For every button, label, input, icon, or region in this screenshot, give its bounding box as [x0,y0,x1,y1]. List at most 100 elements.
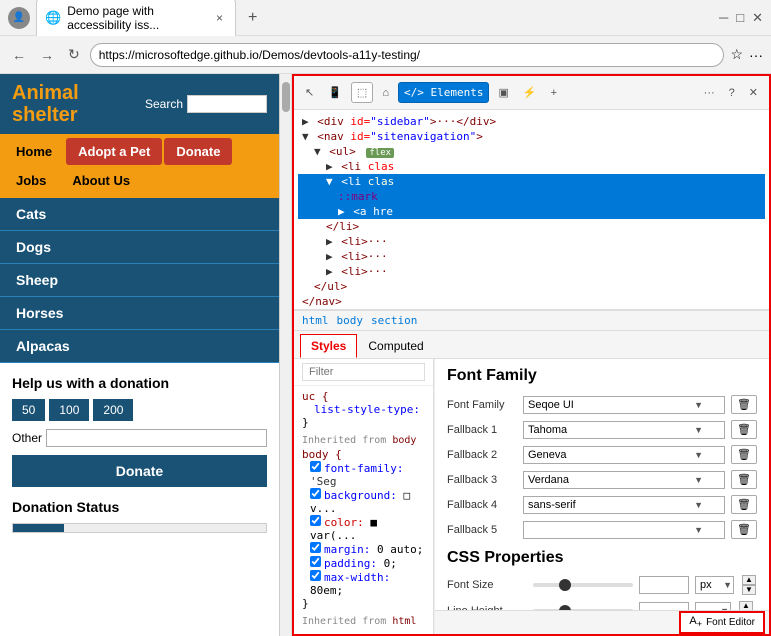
font-family-delete-btn[interactable]: 🗑 [731,395,757,414]
fallback4-select[interactable]: sans-serif [523,496,725,514]
fallback3-delete-btn[interactable]: 🗑 [731,470,757,489]
close-btn[interactable]: ✕ [752,10,763,26]
search-input[interactable] [187,95,267,113]
device-toolbar-btn[interactable]: 📱 [323,83,347,102]
other-amount-input[interactable] [46,429,267,447]
close-devtools-btn[interactable]: ✕ [744,83,763,102]
breadcrumb-html[interactable]: html [302,314,329,327]
prop-checkbox[interactable] [310,570,321,581]
dom-line-selected[interactable]: ▼ <li clas [298,174,765,189]
amount-50[interactable]: 50 [12,399,45,421]
tab-styles[interactable]: Styles [300,334,357,358]
forward-button[interactable]: → [36,45,58,65]
font-size-down[interactable]: ▼ [742,585,756,595]
add-tab-btn[interactable]: + [546,84,562,102]
inspect-element-btn[interactable]: ↖ [300,83,319,102]
browser-tab[interactable]: 🌐 Demo page with accessibility iss... × [36,0,236,38]
line-height-up[interactable]: ▲ [739,601,753,610]
fallback4-label: Fallback 4 [447,499,517,511]
nav-home[interactable]: Home [4,138,64,165]
sidebar-item-dogs[interactable]: Dogs [0,231,279,264]
maximize-btn[interactable]: □ [736,10,744,26]
fallback1-row: Fallback 1 Tahoma 🗑 [447,420,757,439]
line-height-unit[interactable]: px em [695,602,731,610]
font-editor-button[interactable]: A+ Font Editor [679,611,765,633]
site-search: Search [145,95,267,113]
nav-jobs[interactable]: Jobs [4,167,58,194]
donate-button[interactable]: Donate [12,455,267,487]
tab-computed[interactable]: Computed [357,334,434,358]
refresh-button[interactable]: ↻ [64,44,84,65]
nav-donate[interactable]: Donate [164,138,232,165]
fallback3-select[interactable]: Verdana [523,471,725,489]
line-height-value[interactable] [639,602,689,610]
fallback4-select-wrapper: sans-serif [523,496,725,514]
network-btn[interactable]: ▣ [493,83,513,102]
dom-nav-close[interactable]: </nav> [298,294,765,309]
font-size-slider[interactable] [533,583,633,587]
dom-line[interactable]: ▶ <li>··· [298,264,765,279]
font-family-select-wrapper: Seqoe UI [523,396,725,414]
font-size-unit[interactable]: px em rem [695,576,734,594]
font-family-select[interactable]: Seqoe UI [523,396,725,414]
prop-checkbox[interactable] [310,542,321,553]
fallback2-delete-btn[interactable]: 🗑 [731,445,757,464]
back-button[interactable]: ← [8,45,30,65]
font-size-up[interactable]: ▲ [742,575,756,585]
help-btn[interactable]: ? [724,84,740,102]
prop-checkbox[interactable] [310,461,321,472]
dom-line[interactable]: ▶ <li clas [298,159,765,174]
dom-a-line[interactable]: ▶ <a hre [298,204,765,219]
font-size-row: Font Size px em rem ▲ [447,575,757,595]
dom-line[interactable]: ▶ <li>··· [298,249,765,264]
fallback1-select-wrapper: Tahoma [523,421,725,439]
breadcrumb-section[interactable]: section [371,314,417,327]
minimize-btn[interactable]: ─ [719,10,728,26]
fallback4-delete-btn[interactable]: 🗑 [731,495,757,514]
address-input[interactable] [90,43,725,67]
dom-pseudo-line[interactable]: ::mark [298,189,765,204]
sidebar-item-cats[interactable]: Cats [0,198,279,231]
font-editor-right: Font Family Font Family Seqoe UI 🗑 [434,359,769,634]
scrollbar-thumb[interactable] [282,82,290,112]
fallback5-select[interactable] [523,521,725,539]
fallback5-delete-btn[interactable]: 🗑 [731,520,757,539]
devtools-tabs: Styles Computed [294,331,769,359]
sidebar-item-sheep[interactable]: Sheep [0,264,279,297]
filter-input[interactable] [302,363,425,381]
nav-adopt[interactable]: Adopt a Pet [66,138,162,165]
prop-checkbox[interactable] [310,515,321,526]
tab-close-btn[interactable]: × [216,11,223,25]
more-tools-btn[interactable]: ··· [699,84,720,102]
dom-li-close[interactable]: </li> [298,219,765,234]
styles-rule-uc: uc { list-style-type: } [302,390,425,429]
filter-area [294,359,433,386]
dom-line[interactable]: ▶ <li>··· [298,234,765,249]
new-tab-btn[interactable]: + [242,3,263,33]
amount-100[interactable]: 100 [49,399,89,421]
amount-200[interactable]: 200 [93,399,133,421]
fallback2-row: Fallback 2 Geneva 🗑 [447,445,757,464]
fallback2-select[interactable]: Geneva [523,446,725,464]
sidebar-item-horses[interactable]: Horses [0,297,279,330]
dom-line[interactable]: ▶ <div id="sidebar">···</div> [298,114,765,129]
bookmark-icon[interactable]: ☆ [730,46,743,63]
sidebar-item-alpacas[interactable]: Alpacas [0,330,279,363]
fallback1-delete-btn[interactable]: 🗑 [731,420,757,439]
elements-panel-btn[interactable]: ⬚ [351,82,373,103]
fallback5-row: Fallback 5 🗑 [447,520,757,539]
dom-ul-close[interactable]: </ul> [298,279,765,294]
nav-about[interactable]: About Us [60,167,142,194]
elements-tab-btn[interactable]: </> Elements [398,82,489,103]
sources-btn[interactable]: ⚡ [518,83,542,102]
dom-line[interactable]: ▼ <ul> flex [298,144,765,159]
more-btn[interactable]: ··· [749,47,763,63]
prop-checkbox[interactable] [310,556,321,567]
breadcrumb-body[interactable]: body [337,314,364,327]
home-btn[interactable]: ⌂ [377,84,394,102]
progress-bar-container [12,523,267,533]
fallback1-select[interactable]: Tahoma [523,421,725,439]
dom-line[interactable]: ▼ <nav id="sitenavigation"> [298,129,765,144]
font-size-value[interactable] [639,576,689,594]
prop-checkbox[interactable] [310,488,321,499]
